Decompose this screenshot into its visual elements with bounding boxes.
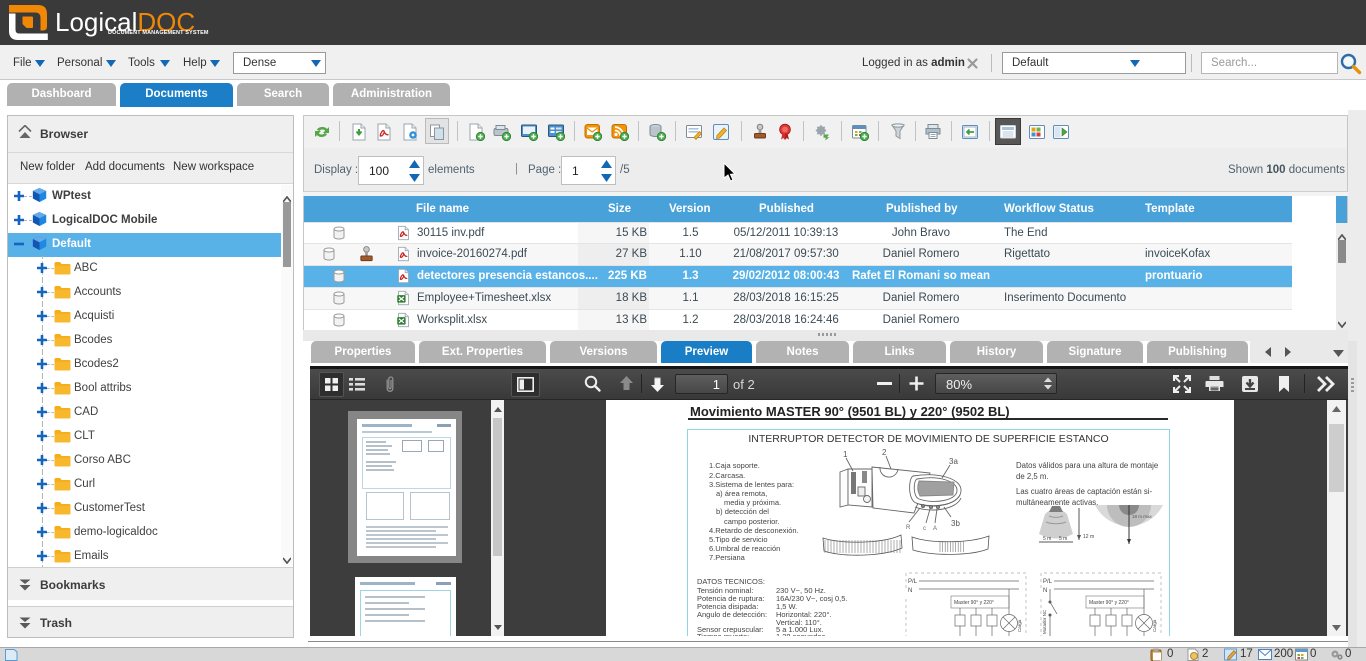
svg-text:Master 90° y 220°: Master 90° y 220° [1089, 600, 1129, 606]
svg-text:3a: 3a [949, 457, 958, 466]
svg-text:18 m max: 18 m max [1132, 514, 1153, 519]
svg-text:R: R [906, 525, 911, 531]
svg-text:2: 2 [882, 448, 887, 457]
svg-text:c: c [923, 526, 926, 532]
svg-text:1: 1 [843, 450, 848, 459]
svg-text:5 m: 5 m [1059, 536, 1067, 542]
svg-text:12 m: 12 m [1083, 534, 1094, 540]
svg-text:Carga: Carga [1017, 619, 1022, 632]
svg-text:N: N [908, 588, 912, 594]
svg-text:P/L: P/L [1043, 579, 1053, 585]
svg-text:Carga: Carga [1152, 619, 1157, 632]
svg-text:3b: 3b [951, 519, 960, 528]
svg-text:Master 90° y 220°: Master 90° y 220° [954, 600, 994, 606]
svg-text:P/L: P/L [908, 579, 918, 585]
svg-text:5 m: 5 m [1043, 536, 1051, 542]
svg-text:A: A [933, 526, 937, 532]
svg-text:N: N [1043, 588, 1047, 594]
svg-text:Mutador NC: Mutador NC [1042, 609, 1047, 634]
